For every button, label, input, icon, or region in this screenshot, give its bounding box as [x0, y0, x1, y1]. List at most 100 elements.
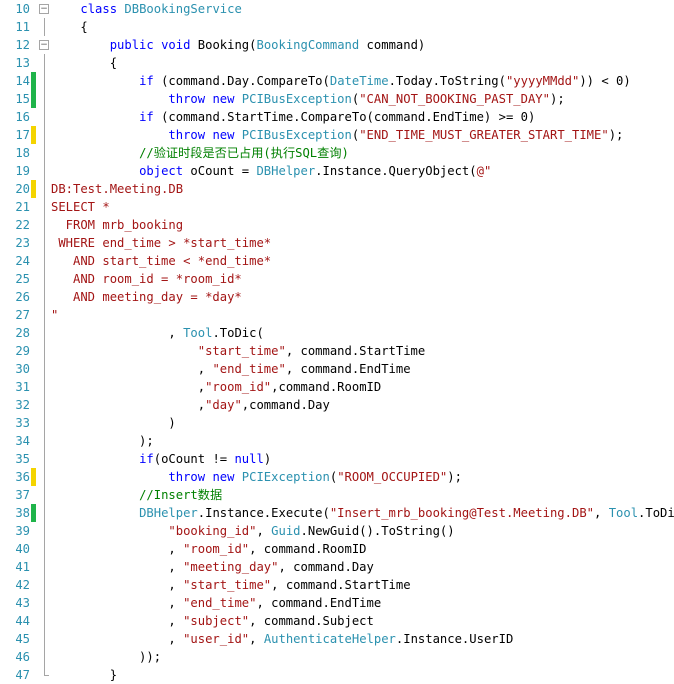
code-text[interactable]: DB:Test.Meeting.DB: [51, 180, 183, 198]
code-text[interactable]: ,"room_id",command.RoomID: [51, 378, 381, 396]
code-text[interactable]: if(oCount != null): [51, 450, 271, 468]
code-text[interactable]: //Insert数据: [51, 486, 222, 504]
code-text[interactable]: {: [51, 18, 87, 36]
code-text[interactable]: AND meeting_day = *day*: [51, 288, 242, 306]
code-text[interactable]: , "end_time", command.EndTime: [51, 594, 381, 612]
code-editor[interactable]: 10− class DBBookingService 11 {12− public…: [0, 0, 674, 683]
code-token: "booking_id": [168, 524, 257, 538]
code-text[interactable]: "start_time", command.StartTime: [51, 342, 425, 360]
code-token: new: [212, 470, 235, 484]
code-text[interactable]: , "meeting_day", command.Day: [51, 558, 373, 576]
code-text[interactable]: ,"day",command.Day: [51, 396, 330, 414]
code-text[interactable]: , "start_time", command.StartTime: [51, 576, 410, 594]
code-text[interactable]: class DBBookingService: [51, 0, 241, 18]
code-text[interactable]: ": [51, 306, 58, 324]
code-token: throw: [168, 470, 206, 484]
line-number: 26: [15, 290, 30, 304]
code-text[interactable]: DBHelper.Instance.Execute("Insert_mrb_bo…: [51, 504, 674, 522]
code-line[interactable]: 40 , "room_id", command.RoomID: [0, 540, 674, 558]
code-text[interactable]: public void Booking(BookingCommand comma…: [51, 36, 426, 54]
code-line[interactable]: 37 //Insert数据: [0, 486, 674, 504]
fold-guide: [44, 54, 45, 72]
code-line[interactable]: 27 ": [0, 306, 674, 324]
code-token: if: [139, 452, 154, 466]
line-number: 13: [15, 56, 30, 70]
code-line[interactable]: 18 //验证时段是否已占用(执行SQL查询): [0, 144, 674, 162]
line-number: 41: [15, 560, 30, 574]
code-text[interactable]: {: [51, 54, 117, 72]
line-number: 47: [15, 668, 30, 682]
code-text[interactable]: AND room_id = *room_id*: [51, 270, 242, 288]
code-text[interactable]: object oCount = DBHelper.Instance.QueryO…: [51, 162, 491, 180]
line-number: 14: [15, 74, 30, 88]
code-text[interactable]: , "end_time", command.EndTime: [51, 360, 411, 378]
code-line[interactable]: 41 , "meeting_day", command.Day: [0, 558, 674, 576]
code-text[interactable]: ): [51, 414, 175, 432]
code-line[interactable]: 46 ));: [0, 648, 674, 666]
code-line[interactable]: 44 , "subject", command.Subject: [0, 612, 674, 630]
code-text[interactable]: );: [51, 432, 154, 450]
code-line[interactable]: 32 ,"day",command.Day: [0, 396, 674, 414]
code-line[interactable]: 24 AND start_time < *end_time*: [0, 252, 674, 270]
code-line[interactable]: 28 , Tool.ToDic(: [0, 324, 674, 342]
code-text[interactable]: , "subject", command.Subject: [51, 612, 373, 630]
code-line[interactable]: 22 FROM mrb_booking: [0, 216, 674, 234]
code-line[interactable]: 19 object oCount = DBHelper.Instance.Que…: [0, 162, 674, 180]
code-text[interactable]: if (command.StartTime.CompareTo(command.…: [51, 108, 535, 126]
code-line[interactable]: 39 "booking_id", Guid.NewGuid().ToString…: [0, 522, 674, 540]
code-text[interactable]: WHERE end_time > *start_time*: [51, 234, 271, 252]
code-line[interactable]: 23 WHERE end_time > *start_time*: [0, 234, 674, 252]
line-number: 20: [15, 182, 30, 196]
code-text[interactable]: ));: [51, 648, 161, 666]
code-token: ,: [594, 506, 609, 520]
code-token: ,: [51, 632, 184, 646]
code-line[interactable]: 36 throw new PCIException("ROOM_OCCUPIED…: [0, 468, 674, 486]
code-line[interactable]: 25 AND room_id = *room_id*: [0, 270, 674, 288]
code-line[interactable]: 43 , "end_time", command.EndTime: [0, 594, 674, 612]
code-text[interactable]: , "room_id", command.RoomID: [51, 540, 366, 558]
code-line[interactable]: 29 "start_time", command.StartTime: [0, 342, 674, 360]
code-text[interactable]: AND start_time < *end_time*: [51, 252, 271, 270]
change-indicator-green: [31, 504, 36, 522]
code-text[interactable]: SELECT *: [51, 198, 110, 216]
code-line[interactable]: 26 AND meeting_day = *day*: [0, 288, 674, 306]
code-line[interactable]: 47 }: [0, 666, 674, 684]
code-line[interactable]: 35 if(oCount != null): [0, 450, 674, 468]
code-line[interactable]: 16 if (command.StartTime.CompareTo(comma…: [0, 108, 674, 126]
code-line[interactable]: 21 SELECT *: [0, 198, 674, 216]
code-token: ,: [51, 596, 184, 610]
code-token: "meeting_day": [183, 560, 279, 574]
code-text[interactable]: throw new PCIBusException("END_TIME_MUST…: [51, 126, 623, 144]
code-line[interactable]: 11 {: [0, 18, 674, 36]
code-line[interactable]: 17 throw new PCIBusException("END_TIME_M…: [0, 126, 674, 144]
code-text[interactable]: }: [51, 666, 117, 684]
code-token: "ROOM_OCCUPIED": [337, 470, 448, 484]
code-token: Booking(: [190, 38, 257, 52]
code-text[interactable]: throw new PCIException("ROOM_OCCUPIED");: [51, 468, 462, 486]
code-line[interactable]: 42 , "start_time", command.StartTime: [0, 576, 674, 594]
code-line[interactable]: 12− public void Booking(BookingCommand c…: [0, 36, 674, 54]
code-line[interactable]: 20 DB:Test.Meeting.DB: [0, 180, 674, 198]
code-line[interactable]: 15 throw new PCIBusException("CAN_NOT_BO…: [0, 90, 674, 108]
code-text[interactable]: "booking_id", Guid.NewGuid().ToString(): [51, 522, 455, 540]
code-line[interactable]: 31 ,"room_id",command.RoomID: [0, 378, 674, 396]
code-text[interactable]: if (command.Day.CompareTo(DateTime.Today…: [51, 72, 631, 90]
code-line[interactable]: 14 if (command.Day.CompareTo(DateTime.To…: [0, 72, 674, 90]
code-text[interactable]: throw new PCIBusException("CAN_NOT_BOOKI…: [51, 90, 564, 108]
code-text[interactable]: , "user_id", AuthenticateHelper.Instance…: [51, 630, 513, 648]
code-text[interactable]: //验证时段是否已占用(执行SQL查询): [51, 144, 349, 162]
code-line[interactable]: 45 , "user_id", AuthenticateHelper.Insta…: [0, 630, 674, 648]
collapse-icon[interactable]: −: [39, 40, 49, 50]
code-line[interactable]: 38 DBHelper.Instance.Execute("Insert_mrb…: [0, 504, 674, 522]
code-line[interactable]: 30 , "end_time", command.EndTime: [0, 360, 674, 378]
code-line[interactable]: 10− class DBBookingService: [0, 0, 674, 18]
code-text[interactable]: , Tool.ToDic(: [51, 324, 263, 342]
code-line[interactable]: 34 );: [0, 432, 674, 450]
code-text[interactable]: FROM mrb_booking: [51, 216, 183, 234]
code-line[interactable]: 33 ): [0, 414, 674, 432]
code-token: .Instance.Execute(: [197, 506, 330, 520]
code-line[interactable]: 13 {: [0, 54, 674, 72]
code-token: .NewGuid().ToString(): [300, 524, 455, 538]
collapse-icon[interactable]: −: [39, 4, 49, 14]
